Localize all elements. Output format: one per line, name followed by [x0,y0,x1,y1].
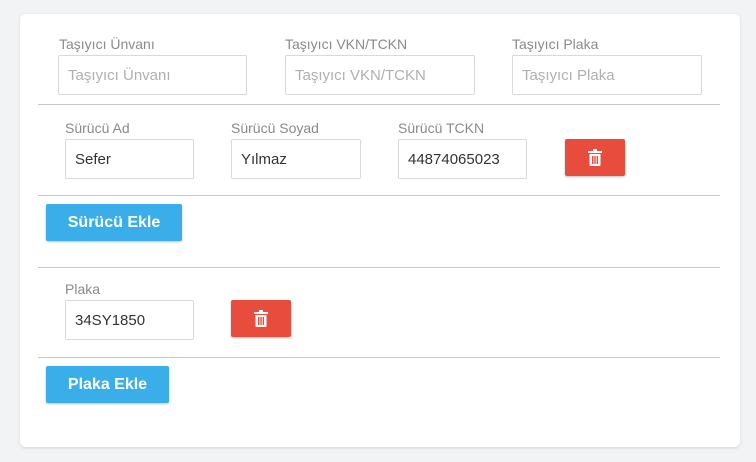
carrier-plate-input[interactable] [512,55,702,95]
driver-first-name-label: Sürücü Ad [65,120,130,136]
driver-last-name-input[interactable] [231,139,361,179]
driver-last-name-label: Sürücü Soyad [231,120,319,136]
divider [38,357,720,358]
carrier-vkn-input[interactable] [285,55,475,95]
add-driver-button-label: Sürücü Ekle [67,213,161,231]
driver-tckn-input[interactable] [398,139,527,179]
form-card: Taşıyıcı Ünvanı Taşıyıcı VKN/TCKN Taşıyı… [20,14,740,447]
carrier-title-label: Taşıyıcı Ünvanı [59,36,155,52]
divider [38,104,720,105]
driver-first-name-input[interactable] [65,139,194,179]
carrier-plate-label: Taşıyıcı Plaka [512,36,599,52]
carrier-vkn-label: Taşıyıcı VKN/TCKN [285,36,408,52]
vehicle-plate-input[interactable] [65,300,194,340]
delete-driver-button[interactable] [565,139,625,176]
driver-tckn-label: Sürücü TCKN [398,120,485,136]
add-plate-button-label: Plaka Ekle [67,375,148,393]
divider [38,267,720,268]
delete-plate-button[interactable] [231,300,291,337]
add-plate-button[interactable]: Plaka Ekle [46,366,169,403]
carrier-title-input[interactable] [58,55,247,95]
add-driver-button[interactable]: Sürücü Ekle [46,204,182,241]
trash-icon [254,310,268,327]
trash-icon [588,149,602,166]
vehicle-plate-label: Plaka [65,281,101,297]
divider [38,195,720,196]
